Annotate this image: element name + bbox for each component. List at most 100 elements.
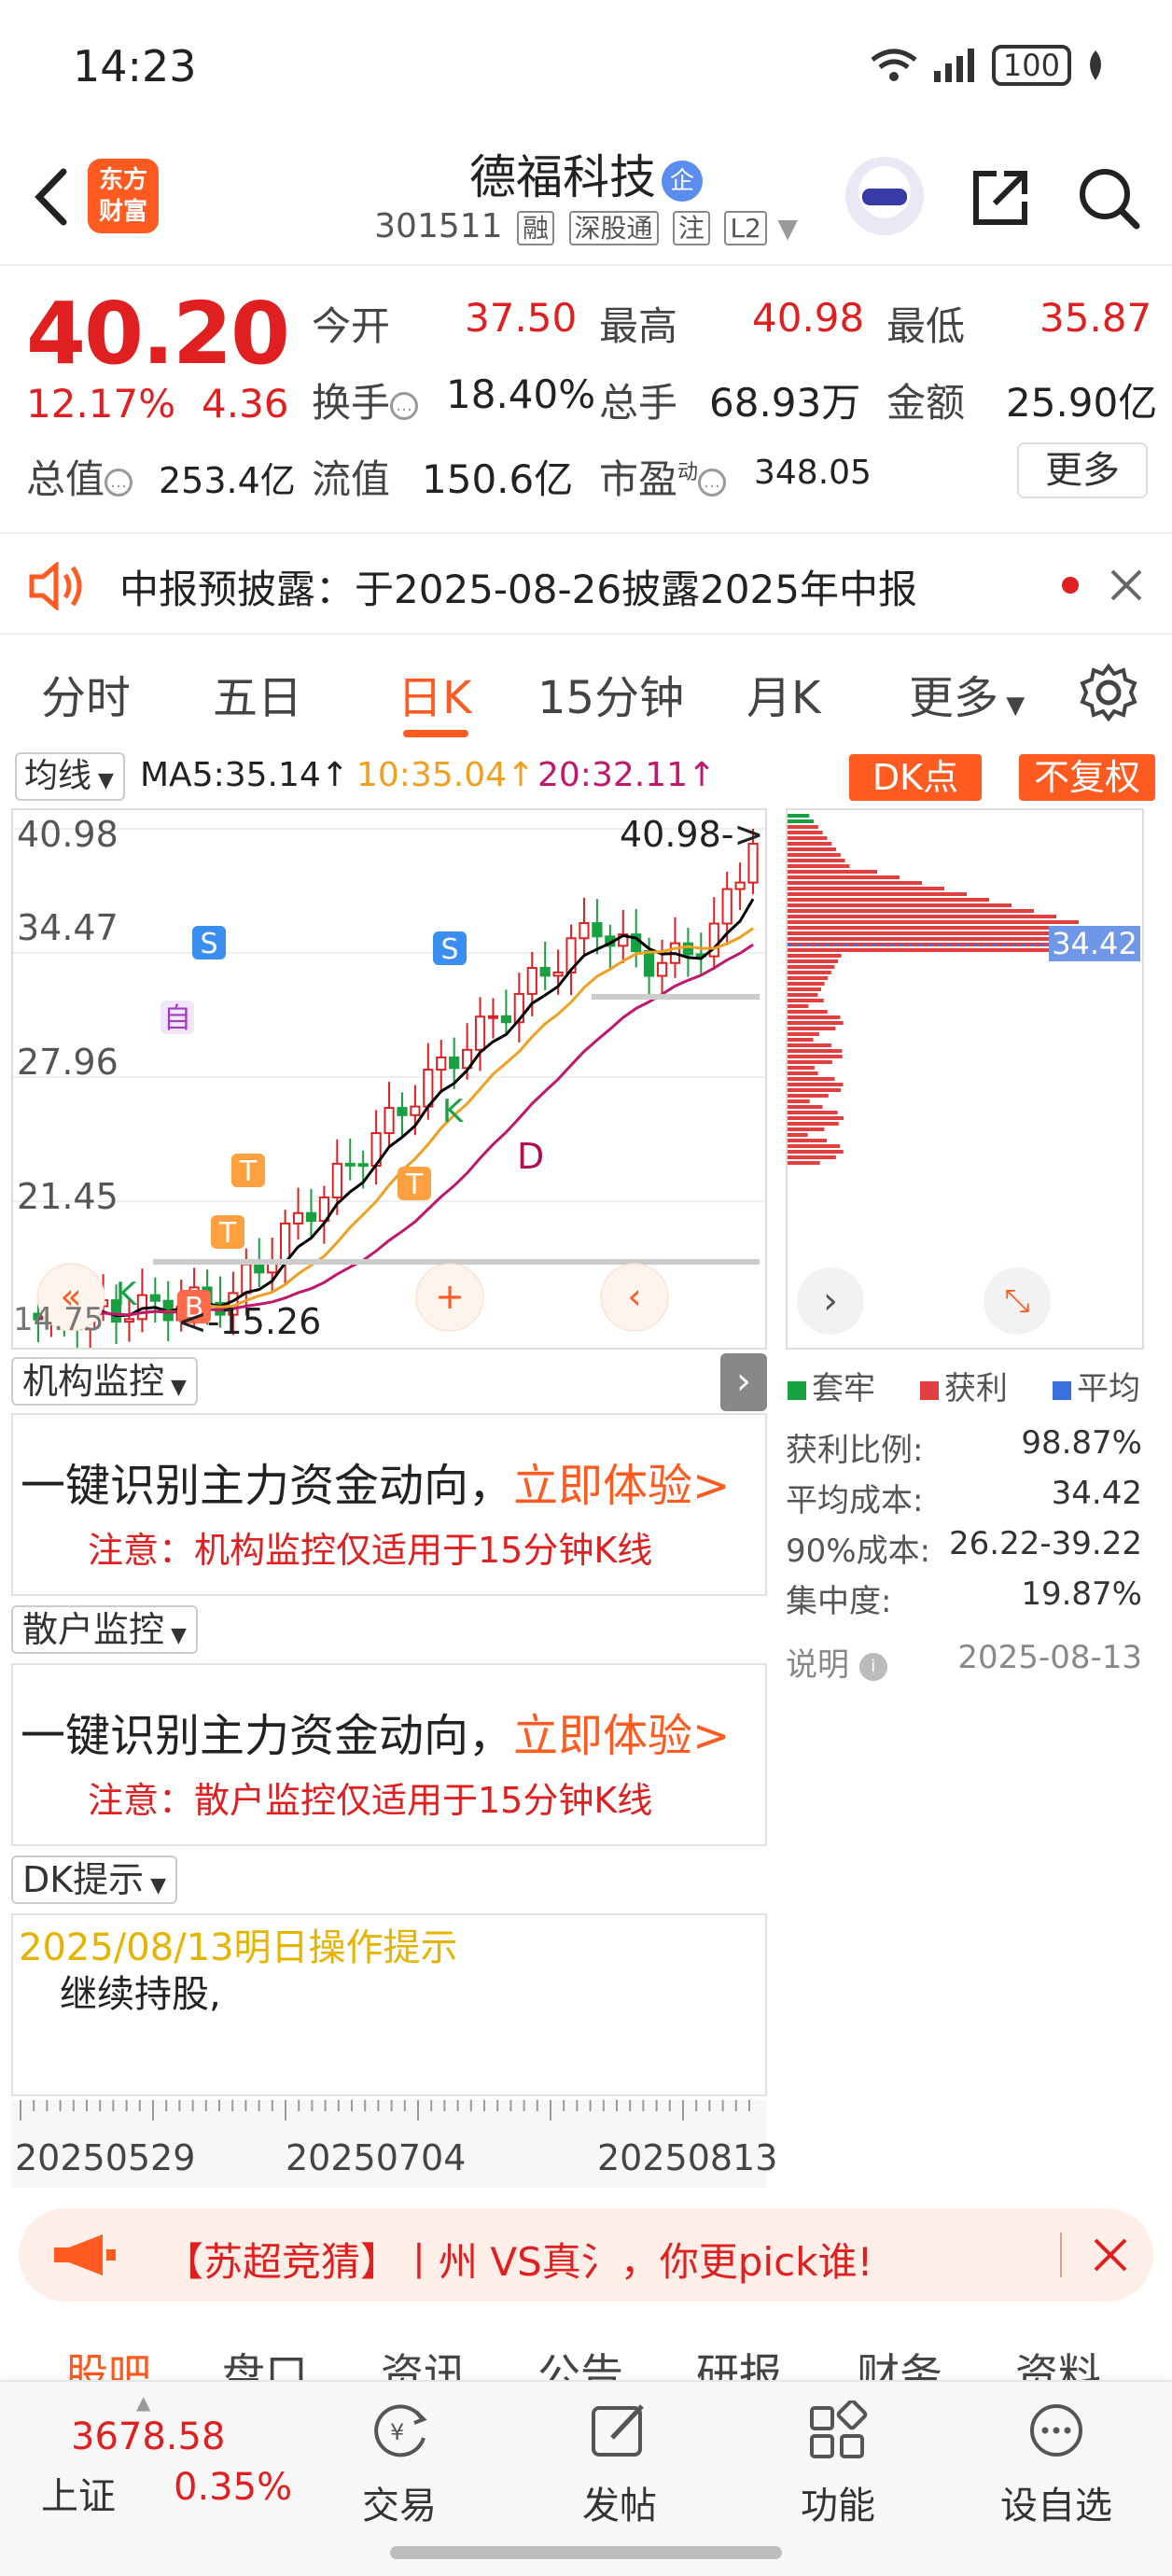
k-signal: K: [116, 1276, 138, 1313]
date-axis-ticks: [20, 2100, 750, 2121]
expand-icon[interactable]: ⤡: [984, 1267, 1051, 1335]
nav-trade[interactable]: ¥ 交易: [334, 2401, 465, 2529]
change-percent: 12.17%: [26, 381, 176, 427]
status-icons: 100: [869, 45, 1107, 86]
chip-bar: [788, 1088, 842, 1092]
concentration-label: 集中度:: [786, 1583, 892, 1620]
chip-bar: [788, 814, 810, 818]
candle-body: [734, 881, 746, 890]
bottom-nav: ▲ 3678.58 上证 0.35% ¥ 交易 发帖 功能 设自选: [0, 2380, 1172, 2576]
volume-label: 总手: [599, 380, 678, 426]
subtab-news[interactable]: 资讯: [381, 2341, 467, 2380]
quote-panel: 40.20 12.17% 4.36 今开 37.50 最高 40.98 最低 3…: [0, 271, 1172, 523]
nav-watchlist[interactable]: 设自选: [991, 2401, 1122, 2529]
tab-intraday[interactable]: 分时: [41, 661, 131, 726]
ma-selector[interactable]: 均线 ▼: [15, 752, 125, 801]
chevron-right-icon[interactable]: ›: [797, 1267, 864, 1335]
dropdown-icon[interactable]: ▼: [777, 213, 798, 244]
sell-signal: S: [440, 933, 458, 966]
wifi-icon: [871, 49, 917, 81]
retail-monitor-selector[interactable]: 散户监控 ▼: [11, 1605, 198, 1654]
info-icon[interactable]: …: [698, 468, 727, 497]
candle-body: [644, 950, 655, 977]
chip-bar: [788, 909, 1034, 913]
subtab-profile[interactable]: 资料: [1015, 2341, 1101, 2380]
settings-gear-icon[interactable]: [1079, 663, 1138, 722]
low-label: 最低: [886, 303, 966, 349]
candle-body: [592, 922, 603, 938]
d-signal: D: [517, 1136, 544, 1177]
tab-15min[interactable]: 15分钟: [537, 661, 684, 726]
candle-body: [487, 1015, 499, 1019]
index-name[interactable]: 上证: [41, 2466, 116, 2520]
tab-more[interactable]: 更多 ▼: [909, 661, 1025, 726]
nav-functions[interactable]: 功能: [773, 2401, 903, 2529]
tab-monthly-k[interactable]: 月K: [746, 661, 820, 726]
notice-bar[interactable]: 中报预披露：于2025-08-26披露2025年中报: [0, 532, 1172, 635]
float-label: 流值: [312, 456, 391, 502]
info-icon[interactable]: …: [390, 391, 419, 420]
home-indicator: [390, 2546, 782, 2559]
subtab-announcements[interactable]: 公告: [537, 2341, 623, 2380]
ma10-value: 10:35.04↑: [356, 756, 536, 794]
inst-monitor-selector[interactable]: 机构监控 ▼: [11, 1357, 198, 1406]
last-price: 40.20: [26, 284, 290, 384]
retail-main-text: 一键识别主力资金动向，: [21, 1710, 514, 1762]
chip-bar: [788, 1049, 843, 1053]
subtab-finance[interactable]: 财务: [857, 2341, 942, 2380]
index-pct[interactable]: 0.35%: [174, 2466, 292, 2509]
chip-bar: [788, 1155, 836, 1159]
chip-bar: [788, 1032, 819, 1036]
nav-post[interactable]: 发帖: [554, 2401, 685, 2529]
expand-up-icon[interactable]: ▲: [136, 2391, 150, 2414]
adjust-button[interactable]: 不复权: [1019, 754, 1155, 801]
pe-label: 市盈动…: [599, 448, 727, 505]
promo-banner[interactable]: 【苏超竞猜】丨州 VS真氵，你更pick谁!: [19, 2208, 1153, 2302]
explain-link[interactable]: 说明 i: [786, 1639, 887, 1685]
banner-text: 【苏超竞猜】丨州 VS真氵，你更pick谁!: [164, 2239, 873, 2285]
chip-bar: [788, 1116, 844, 1120]
stock-header: 东方 财富 德福科技企 301511 融 深股通 注 L2 ▼: [0, 131, 1172, 266]
share-icon[interactable]: [967, 164, 1034, 231]
chip-bar: [788, 1010, 828, 1014]
amount-value: 25.90亿: [1006, 380, 1158, 426]
nav-functions-label: 功能: [801, 2485, 875, 2527]
candle-body: [292, 1211, 304, 1225]
y-tick-label: 34.47: [17, 907, 119, 948]
tab-daily-k[interactable]: 日K: [398, 661, 471, 726]
info-icon[interactable]: …: [105, 468, 133, 497]
candle-body: [474, 1015, 486, 1051]
tab-five-day[interactable]: 五日: [213, 661, 302, 726]
close-icon[interactable]: [1092, 2236, 1129, 2274]
dk-tip-selector[interactable]: DK提示 ▼: [11, 1855, 178, 1904]
dk-point-button[interactable]: DK点: [849, 754, 982, 801]
subtab-orderbook[interactable]: 盘口: [222, 2341, 308, 2380]
retail-monitor-box[interactable]: 一键识别主力资金动向，立即体验> 注意：散户监控仅适用于15分钟K线: [11, 1663, 767, 1846]
close-icon[interactable]: [1109, 567, 1144, 603]
chip-bar: [788, 1021, 844, 1025]
chip-bar: [788, 892, 967, 896]
panel-chevron-right-icon[interactable]: ›: [720, 1353, 767, 1411]
chips-date: 2025-08-13: [957, 1639, 1142, 1676]
edit-icon: [592, 2404, 644, 2457]
candlestick-chart[interactable]: S S 自 T B T T K K D «+ ‹ 40.98 34.47 27.96 21.45 40…: [11, 808, 767, 1350]
retail-try-link[interactable]: 立即体验>: [513, 1710, 730, 1762]
subtab-research[interactable]: 研报: [696, 2341, 782, 2380]
more-button[interactable]: 更多: [1017, 442, 1148, 498]
search-icon[interactable]: [1073, 162, 1144, 233]
subtab-forum[interactable]: 股吧: [65, 2341, 151, 2380]
mcap-value: 253.4亿: [159, 460, 296, 501]
index-value[interactable]: 3678.58: [71, 2415, 225, 2458]
chip-bar: [788, 993, 818, 997]
y-tick-label: 40.98: [17, 814, 119, 855]
inst-monitor-box[interactable]: 一键识别主力资金动向，立即体验> 注意：机构监控仅适用于15分钟K线: [11, 1413, 767, 1596]
chip-distribution-chart[interactable]: 34.42 › ⤡: [786, 808, 1144, 1350]
inst-try-link[interactable]: 立即体验>: [513, 1460, 730, 1512]
candle-body: [579, 922, 590, 940]
chip-bar: [788, 842, 832, 846]
assistant-robot-icon[interactable]: [845, 157, 924, 235]
speaker-icon: [29, 562, 82, 610]
chip-bar: [788, 853, 841, 857]
candle-body: [241, 1263, 252, 1295]
stock-name-text: 德福科技: [469, 150, 656, 204]
